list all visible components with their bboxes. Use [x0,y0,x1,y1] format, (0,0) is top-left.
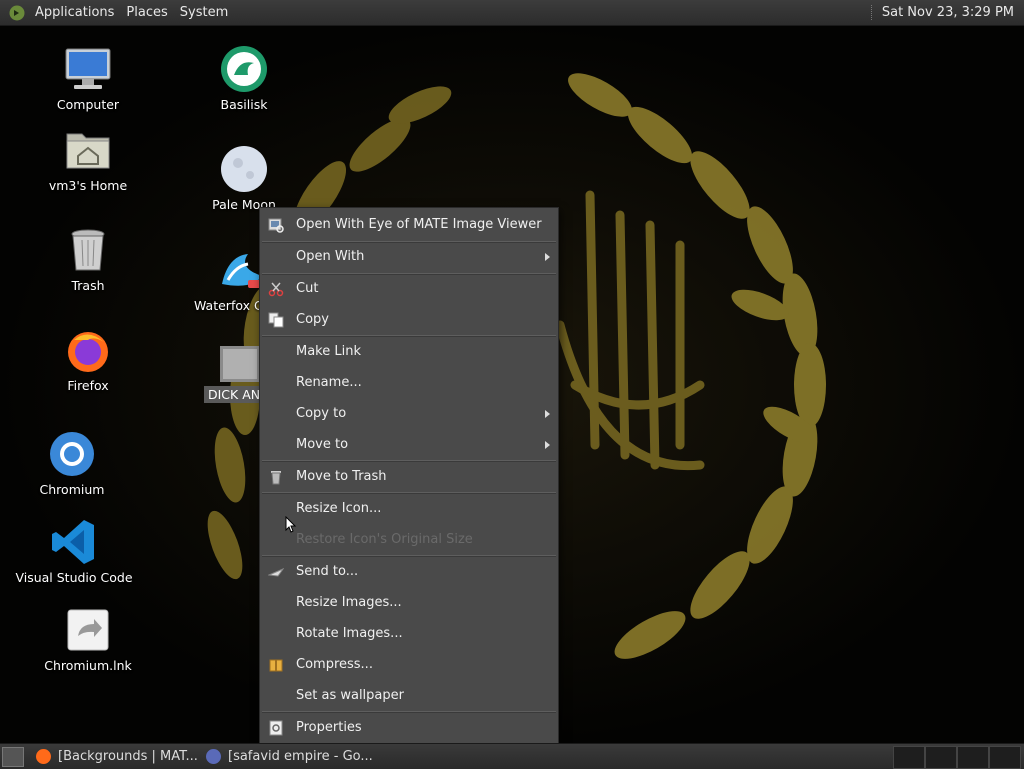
firefox-icon [36,749,51,764]
menu-item-rotate-images[interactable]: Rotate Images... [260,619,558,649]
submenu-arrow-icon [545,253,550,261]
image-file-icon [220,346,260,382]
desktop-icon-basilisk[interactable]: Basilisk [204,45,284,112]
scissors-icon [268,282,284,297]
desktop-icon-computer[interactable]: Computer [48,45,128,112]
menu-item-properties[interactable]: Properties [260,713,558,743]
mouse-cursor-icon [285,516,297,533]
taskbar-item-safavid-empire[interactable]: [safavid empire - Go... [202,744,373,769]
main-menu-bar: Applications Places System [0,0,234,25]
submenu-arrow-icon [545,441,550,449]
menu-item-open-with-eom[interactable]: Open With Eye of MATE Image Viewer [260,210,558,240]
desktop-icon-image-file[interactable]: DICK AN [204,346,264,403]
palemoon-icon [220,145,268,193]
image-viewer-icon [268,218,284,233]
copy-icon [268,312,284,328]
trash-icon [271,471,281,485]
menu-item-move-to[interactable]: Move to [260,430,558,460]
home-folder-icon [64,126,112,174]
desktop-icon-home[interactable]: vm3's Home [43,126,133,193]
menu-item-make-link[interactable]: Make Link [260,337,558,367]
applications-menu[interactable]: Applications [29,0,120,25]
menu-item-copy-to[interactable]: Copy to [260,399,558,429]
vscode-icon [50,518,98,566]
menu-item-send-to[interactable]: Send to... [260,557,558,587]
menu-item-open-with[interactable]: Open With [260,242,558,272]
mate-logo-icon[interactable] [9,5,25,21]
desktop-icon-palemoon[interactable]: Pale Moon [204,145,284,212]
chromium-icon [48,430,96,478]
workspace-1[interactable] [893,746,925,769]
workspace-4[interactable] [989,746,1021,769]
menu-item-compress[interactable]: Compress... [260,650,558,680]
bottom-panel: [Backgrounds | MAT... [safavid empire - … [0,743,1024,769]
computer-icon [64,45,112,93]
taskbar-item-backgrounds[interactable]: [Backgrounds | MAT... [32,744,202,769]
menu-item-cut[interactable]: Cut [260,274,558,304]
desktop-icon-trash[interactable]: Trash [48,226,128,293]
workspace-3[interactable] [957,746,989,769]
system-menu[interactable]: System [174,0,234,25]
desktop-icon-vscode[interactable]: Visual Studio Code [14,518,134,585]
send-icon [268,568,284,577]
desktop-icon-chromium[interactable]: Chromium [32,430,112,497]
top-panel: Applications Places System Sat Nov 23, 3… [0,0,1024,26]
show-desktop-button[interactable] [2,747,24,767]
archive-icon [269,659,283,672]
workspace-2[interactable] [925,746,957,769]
desktop-icon-firefox[interactable]: Firefox [48,326,128,393]
firefox-icon [64,326,112,374]
menu-item-move-to-trash[interactable]: Move to Trash [260,462,558,492]
menu-item-restore-icon-size: Restore Icon's Original Size [296,532,473,547]
panel-separator [870,5,874,20]
menu-item-rename[interactable]: Rename... [260,368,558,398]
desktop-icon-chromium-lnk[interactable]: Chromium.lnk [38,606,138,673]
context-menu: Open With Eye of MATE Image Viewer Open … [259,207,559,746]
clock[interactable]: Sat Nov 23, 3:29 PM [882,5,1024,20]
shortcut-icon [64,606,112,654]
menu-item-copy[interactable]: Copy [260,305,558,335]
properties-icon [269,720,283,736]
places-menu[interactable]: Places [120,0,173,25]
submenu-arrow-icon [545,410,550,418]
menu-item-resize-icon[interactable]: Resize Icon... [260,494,558,524]
basilisk-icon [220,45,268,93]
browser-icon [206,749,221,764]
trash-icon [64,226,112,274]
menu-item-set-wallpaper[interactable]: Set as wallpaper [260,681,558,711]
menu-item-resize-images[interactable]: Resize Images... [260,588,558,618]
